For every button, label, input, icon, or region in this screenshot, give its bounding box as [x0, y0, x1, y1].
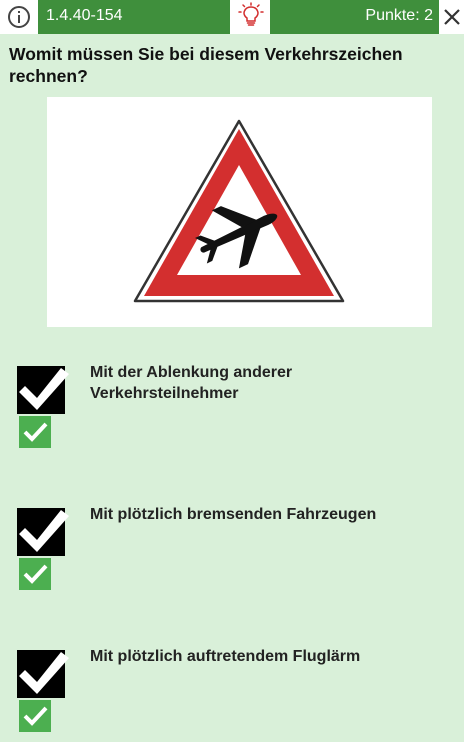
- points-label: Punkte: 2: [365, 7, 433, 24]
- question-id: 1.4.40-154: [46, 7, 123, 24]
- close-button[interactable]: [439, 0, 464, 34]
- hint-button[interactable]: [230, 0, 270, 34]
- question-id-bar: 1.4.40-154: [38, 0, 230, 34]
- correct-check-icon: [19, 416, 51, 448]
- answer-text: Mit plötzlich auftretendem Fluglärm: [90, 648, 361, 665]
- lightbulb-icon: [238, 2, 264, 26]
- correct-check-icon: [19, 558, 51, 590]
- points-bar: Punkte: 2: [270, 0, 439, 34]
- answer-option-1[interactable]: Mit der Ablenkung anderer Verkehrsteilne…: [0, 358, 464, 458]
- top-bar: 1.4.40-154 Punkte: 2: [0, 0, 464, 34]
- checkbox-checked-icon[interactable]: [17, 362, 69, 414]
- answer-text: Mit plötzlich bremsenden Fahrzeugen: [90, 506, 377, 523]
- info-icon: [8, 6, 30, 28]
- info-button[interactable]: [0, 0, 38, 34]
- question-text: Womit müssen Sie bei diesem Verkehrszeic…: [9, 44, 403, 86]
- correct-check-icon: [19, 700, 51, 732]
- traffic-sign-image: [47, 97, 432, 327]
- checkbox-checked-icon[interactable]: [17, 646, 69, 698]
- checkbox-checked-icon[interactable]: [17, 504, 69, 556]
- answer-text: Mit der Ablenkung anderer Verkehrsteilne…: [90, 364, 293, 402]
- airplane-warning-sign-icon: [133, 119, 345, 303]
- close-icon: [444, 9, 460, 25]
- answer-option-2[interactable]: Mit plötzlich bremsenden Fahrzeugen: [0, 500, 464, 600]
- answer-option-3[interactable]: Mit plötzlich auftretendem Fluglärm: [0, 642, 464, 742]
